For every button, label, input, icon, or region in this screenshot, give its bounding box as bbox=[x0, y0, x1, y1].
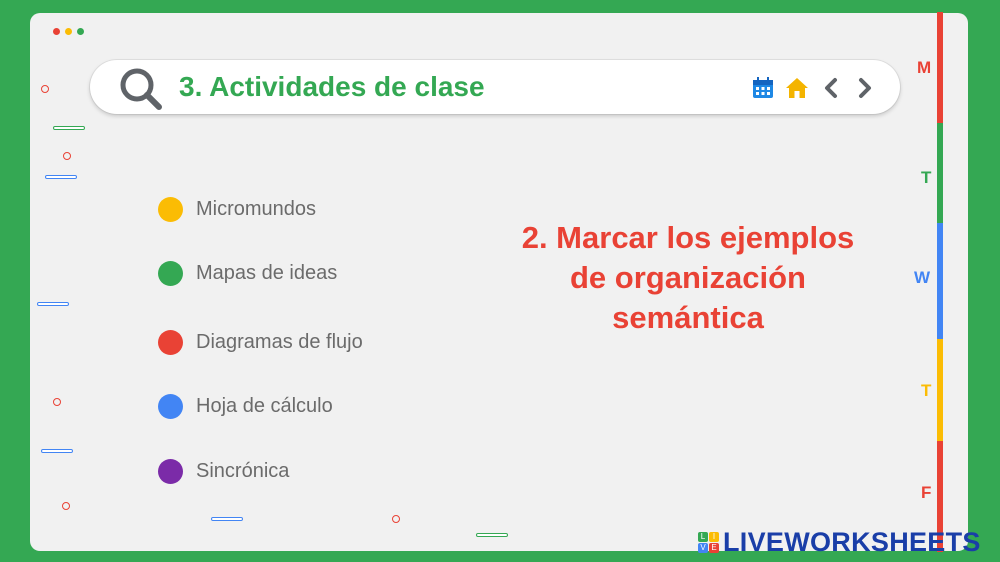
decor-bar bbox=[41, 449, 73, 453]
window-dot-yellow bbox=[65, 28, 72, 35]
bullet-yellow bbox=[158, 197, 183, 222]
instruction-line: de organización bbox=[570, 260, 806, 295]
bullet-red bbox=[158, 330, 183, 355]
toolbar bbox=[750, 75, 878, 101]
instruction-text: 2. Marcar los ejemplos de organización s… bbox=[498, 218, 878, 338]
option-label: Mapas de ideas bbox=[196, 262, 338, 284]
bullet-blue bbox=[158, 394, 183, 419]
worksheet-card: 3. Actividades de clase Micromundos Mapa… bbox=[30, 13, 968, 551]
brand-logo-tile: I bbox=[709, 531, 719, 542]
decor-ring bbox=[53, 398, 61, 406]
brand-logo-tile: L bbox=[698, 531, 708, 542]
tab-friday[interactable]: F bbox=[921, 483, 931, 503]
tab-thursday[interactable]: T bbox=[921, 381, 931, 401]
brand-logo-tile: V bbox=[698, 542, 708, 553]
decor-bar bbox=[211, 517, 243, 521]
option-label: Micromundos bbox=[196, 198, 317, 220]
tab-strip-t2 bbox=[937, 339, 943, 441]
option-label: Sincrónica bbox=[196, 460, 290, 482]
decor-bar bbox=[37, 302, 69, 306]
decor-ring bbox=[392, 515, 400, 523]
option-sincronica[interactable]: Sincrónica bbox=[158, 459, 289, 484]
window-dot-red bbox=[53, 28, 60, 35]
decor-ring bbox=[63, 152, 71, 160]
instruction-line: semántica bbox=[612, 300, 764, 335]
decor-bar bbox=[53, 126, 85, 130]
decor-ring bbox=[62, 502, 70, 510]
option-micromundos[interactable]: Micromundos bbox=[158, 197, 316, 222]
calendar-icon[interactable] bbox=[750, 75, 776, 101]
home-icon[interactable] bbox=[784, 75, 810, 101]
instruction-line: 2. Marcar los ejemplos bbox=[521, 220, 855, 255]
option-mapas-de-ideas[interactable]: Mapas de ideas bbox=[158, 261, 337, 286]
option-label: Diagramas de flujo bbox=[196, 331, 363, 353]
tab-monday[interactable]: M bbox=[917, 58, 931, 78]
page-title: 3. Actividades de clase bbox=[179, 71, 485, 102]
tab-strip-t bbox=[937, 123, 943, 223]
option-diagramas-de-flujo[interactable]: Diagramas de flujo bbox=[158, 330, 363, 355]
decor-bar bbox=[476, 533, 508, 537]
liveworksheets-brand: L I V E LIVEWORKSHEETS bbox=[698, 528, 981, 556]
brand-logo-tile: E bbox=[709, 542, 719, 553]
tab-strip-m bbox=[937, 12, 943, 123]
brand-logo: L I V E bbox=[698, 531, 719, 553]
bullet-green bbox=[158, 261, 183, 286]
decor-ring bbox=[41, 85, 49, 93]
option-label: Hoja de cálculo bbox=[196, 395, 333, 417]
chevron-left-icon[interactable] bbox=[818, 75, 844, 101]
window-dots bbox=[53, 28, 84, 35]
brand-name: LIVEWORKSHEETS bbox=[723, 527, 981, 557]
search-bar: 3. Actividades de clase bbox=[90, 60, 900, 114]
chevron-right-icon[interactable] bbox=[852, 75, 878, 101]
day-tabs bbox=[937, 12, 945, 552]
window-dot-green bbox=[77, 28, 84, 35]
tab-tuesday[interactable]: T bbox=[921, 168, 931, 188]
bullet-purple bbox=[158, 459, 183, 484]
decor-bar bbox=[45, 175, 77, 179]
tab-wednesday[interactable]: W bbox=[914, 268, 930, 288]
search-icon bbox=[118, 66, 164, 117]
option-hoja-de-calculo[interactable]: Hoja de cálculo bbox=[158, 394, 333, 419]
tab-strip-w bbox=[937, 223, 943, 339]
